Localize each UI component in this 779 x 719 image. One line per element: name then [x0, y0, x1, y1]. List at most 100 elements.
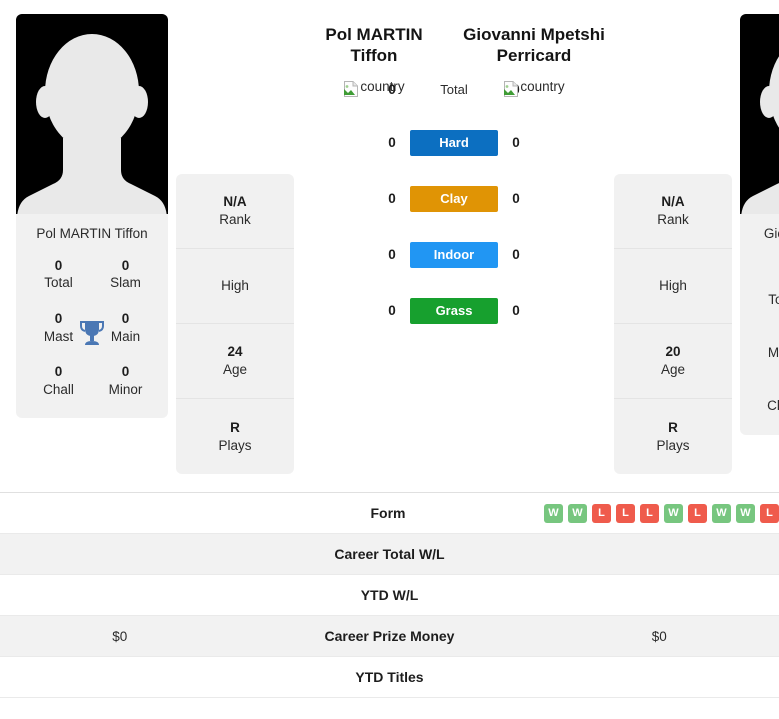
- right-titles-mast: 0 Mast: [754, 327, 779, 362]
- surface-row-hard: 0 Hard 0: [383, 115, 525, 171]
- form-badge-win: W: [736, 503, 755, 523]
- left-stat-column: N/A Rank High 24 Age R Plays: [176, 174, 294, 474]
- table-row-career-total-wl: Career Total W/L: [0, 534, 779, 575]
- right-titles-row-2: 0 Mast 0 Main: [746, 327, 779, 362]
- left-stat-age-label: Age: [222, 362, 248, 377]
- surface-breakdown-list: 0 Total 0 0 Hard 0 0 Clay 0 0 Indoor: [383, 65, 525, 339]
- form-badge-loss: L: [640, 503, 659, 523]
- right-titles-total-label: Total: [768, 292, 779, 308]
- ytd-wl-label: YTD W/L: [360, 587, 419, 603]
- form-row-label: Form: [370, 505, 406, 521]
- right-titles-mast-value: 0: [754, 327, 779, 345]
- left-player-name-line1: Pol MARTIN: [325, 25, 423, 44]
- left-stat-age: 24 Age: [176, 324, 294, 399]
- career-prize-money-left: $0: [112, 628, 128, 644]
- surface-indoor-left-value: 0: [388, 247, 396, 262]
- left-stat-plays-value: R: [230, 419, 240, 435]
- form-badge-win: W: [544, 503, 563, 523]
- player-comparison-page: Pol MARTIN Tiffon 0 Total 0 Slam 0 Mast …: [0, 0, 779, 719]
- right-stat-age-label: Age: [660, 362, 686, 377]
- surface-hard-left-value: 0: [388, 135, 396, 150]
- right-stat-high-label: High: [659, 278, 687, 294]
- table-row-ytd-wl: YTD W/L: [0, 575, 779, 616]
- right-titles-total: 2 Total: [754, 274, 779, 309]
- right-player-photo: [740, 14, 779, 214]
- left-titles-chall: 0 Chall: [30, 363, 87, 398]
- surface-row-indoor: 0 Indoor 0: [383, 227, 525, 283]
- left-titles-chall-value: 0: [54, 364, 63, 380]
- player-silhouette-icon: [17, 34, 167, 214]
- left-titles-row-1: 0 Total 0 Slam: [22, 257, 162, 292]
- surface-clay-right-value: 0: [512, 191, 520, 206]
- left-stat-plays-label: Plays: [218, 437, 252, 453]
- left-titles-total: 0 Total: [30, 257, 87, 292]
- right-titles-chall-value: 0: [754, 380, 779, 398]
- surface-hard-right-value: 0: [512, 135, 520, 150]
- right-titles-grid: 2 Total 0 Slam 0 Mast 0 Main: [740, 274, 779, 435]
- surface-total-label: Total: [440, 82, 468, 97]
- table-row-ytd-titles: YTD Titles: [0, 657, 779, 698]
- form-right-value: WWLLLWLWWL: [538, 503, 779, 523]
- right-titles-chall-label: Chall: [767, 398, 779, 414]
- left-stat-plays: R Plays: [176, 399, 294, 474]
- left-titles-main-label: Main: [110, 328, 141, 344]
- left-player-name-caption: Pol MARTIN Tiffon: [36, 226, 148, 241]
- form-badge-win: W: [712, 503, 731, 523]
- surface-grass-left-value: 0: [388, 303, 396, 318]
- right-stat-plays-label: Plays: [656, 437, 690, 453]
- left-player-photo: [16, 14, 168, 214]
- form-badge-win: W: [568, 503, 587, 523]
- trophy-icon: [80, 320, 104, 345]
- right-titles-chall: 0 Chall: [754, 380, 779, 415]
- left-stat-rank: N/A Rank: [176, 174, 294, 249]
- center-column: Pol MARTIN Tiffon country Giovanni Mpets…: [294, 14, 614, 339]
- left-titles-minor: 0 Minor: [97, 363, 154, 398]
- right-titles-row-1: 2 Total 0 Slam: [746, 274, 779, 309]
- form-badge-loss: L: [592, 503, 611, 523]
- left-stat-rank-label: Rank: [219, 212, 251, 227]
- left-stat-rank-value: N/A: [223, 194, 247, 210]
- surface-clay-left-value: 0: [388, 191, 396, 206]
- surface-row-clay: 0 Clay 0: [383, 171, 525, 227]
- player-silhouette-icon: [741, 56, 779, 214]
- left-player-name-line2: Tiffon: [350, 46, 398, 66]
- table-row-form: Form WWLLLWLWWL: [0, 493, 779, 534]
- right-stat-plays: R Plays: [614, 399, 732, 474]
- broken-image-icon: [344, 80, 359, 97]
- right-stat-age: 20 Age: [614, 324, 732, 399]
- broken-image-icon: [504, 80, 519, 97]
- left-titles-grid: 0 Total 0 Slam 0 Mast 0 Main 0 Chall 0 M…: [16, 257, 168, 418]
- surface-hard-bar[interactable]: Hard: [410, 129, 498, 156]
- left-titles-main-value: 0: [121, 310, 130, 326]
- form-badge-win: W: [664, 503, 683, 523]
- left-titles-slam: 0 Slam: [97, 257, 154, 292]
- form-badge-loss: L: [688, 503, 707, 523]
- surface-clay-bar[interactable]: Clay: [410, 185, 498, 212]
- right-stat-high: High: [614, 249, 732, 324]
- career-prize-money-label: Career Prize Money: [324, 628, 455, 644]
- right-country-alt-text: country: [520, 79, 565, 94]
- form-badge-loss: L: [616, 503, 635, 523]
- right-stat-age-value: 20: [665, 344, 681, 360]
- left-titles-row-3: 0 Chall 0 Minor: [22, 363, 162, 398]
- surface-grass-right-value: 0: [512, 303, 520, 318]
- right-stat-rank-value: N/A: [661, 194, 685, 210]
- left-titles-minor-value: 0: [121, 364, 130, 380]
- career-total-wl-label: Career Total W/L: [334, 546, 445, 562]
- right-titles-total-value: 2: [754, 274, 779, 292]
- left-titles-total-value: 0: [54, 257, 63, 273]
- right-player-name-caption: Giovanni Mpetshi Perricard: [763, 226, 779, 241]
- surface-indoor-right-value: 0: [512, 247, 520, 262]
- surface-total-left-value: 0: [388, 82, 396, 97]
- right-stat-rank: N/A Rank: [614, 174, 732, 249]
- table-row-career-prize-money: $0 Career Prize Money $0: [0, 616, 779, 657]
- left-titles-slam-value: 0: [121, 257, 130, 273]
- right-player-card: Giovanni Mpetshi Perricard 2 Total 0: [740, 14, 779, 436]
- right-player-name-line2: Perricard: [496, 46, 572, 66]
- career-prize-money-right: $0: [651, 628, 667, 644]
- surface-grass-bar[interactable]: Grass: [410, 297, 498, 324]
- surface-indoor-bar[interactable]: Indoor: [410, 241, 498, 268]
- ytd-titles-label: YTD Titles: [355, 669, 424, 685]
- comparison-top-section: Pol MARTIN Tiffon 0 Total 0 Slam 0 Mast …: [0, 0, 779, 492]
- left-titles-slam-label: Slam: [110, 275, 141, 291]
